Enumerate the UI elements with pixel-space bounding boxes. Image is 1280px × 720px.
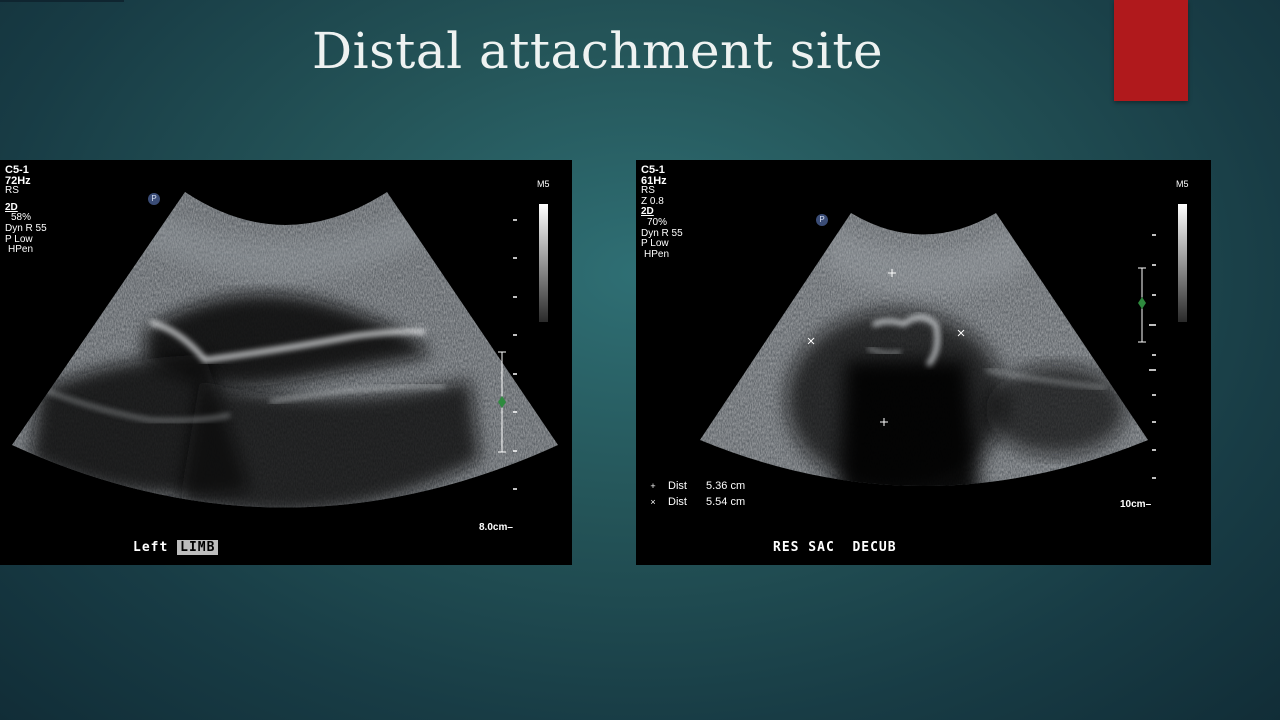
red-accent-block [1114, 0, 1188, 101]
slide-title: Distal attachment site [312, 22, 884, 80]
grayscale-bar-left [539, 204, 548, 322]
scan-parameters-right: C5-1 61Hz RS Z 0.8 2D 70% Dyn R 55 P Low… [641, 164, 683, 260]
map-label-left: M5 [537, 179, 550, 189]
grayscale-bar-right [1178, 204, 1187, 322]
orientation-marker-right: P [816, 214, 828, 226]
measurement-row: + Dist 5.36 cm [650, 480, 746, 492]
measurement-row: × Dist 5.54 cm [650, 496, 746, 508]
scan-parameters-left: C5-1 72Hz RS 2D 58% Dyn R 55 P Low HPen [5, 164, 47, 256]
orientation-marker-left: P [148, 193, 160, 205]
sector-scan-left [12, 192, 558, 508]
top-edge-strip [0, 0, 124, 2]
map-label-right: M5 [1176, 179, 1189, 189]
caption-left: Left LIMB [133, 540, 219, 555]
measurement-readout: + Dist 5.36 cm × Dist 5.54 cm [646, 478, 764, 510]
depth-label-left: 8.0cm– [479, 522, 513, 533]
ultrasound-image-left: C5-1 72Hz RS 2D 58% Dyn R 55 P Low HPen … [0, 160, 572, 565]
depth-label-right: 10cm– [1120, 499, 1152, 510]
caption-right: RES SAC DECUB [773, 540, 897, 555]
ultrasound-image-right: C5-1 61Hz RS Z 0.8 2D 70% Dyn R 55 P Low… [636, 160, 1211, 565]
